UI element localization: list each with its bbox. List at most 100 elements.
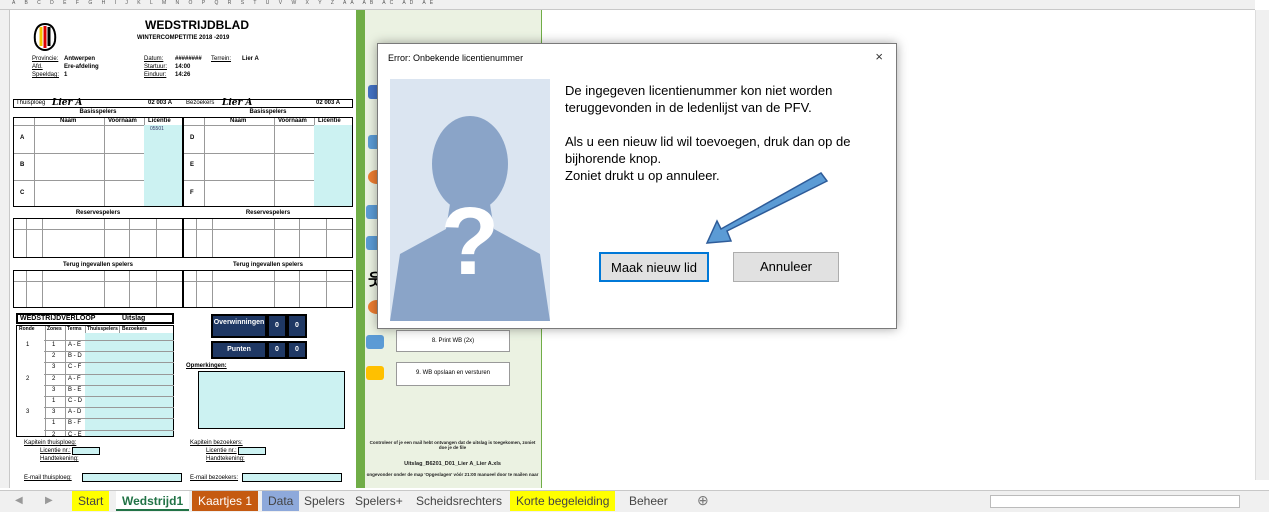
punten-home: 0 xyxy=(267,341,287,359)
away-reserves-grid[interactable] xyxy=(183,218,353,258)
einduur-value[interactable]: 14:26 xyxy=(175,72,190,78)
wv-col-bezoekers: Bezoekers xyxy=(122,326,148,332)
datum-label: Datum: xyxy=(144,56,164,62)
opmerkingen-box[interactable] xyxy=(198,371,345,429)
thuisploeg-code: 02 003 A xyxy=(148,100,173,106)
provincie-label: Provincie: xyxy=(32,56,59,62)
afd-label: Afd. xyxy=(32,64,43,70)
licentie-value[interactable]: 05501 xyxy=(150,126,164,132)
wv-col-ronde: Ronde xyxy=(19,326,35,332)
horizontal-scrollbar[interactable] xyxy=(990,495,1240,508)
provincie-value[interactable]: Antwerpen xyxy=(64,56,95,62)
col-voornaam: Voornaam xyxy=(108,118,137,124)
tab-beheer[interactable]: Beheer xyxy=(623,491,674,511)
match-sheet: WEDSTRIJDBLAD WINTERCOMPETITIE 2018 -201… xyxy=(10,10,355,488)
column-headers[interactable]: A B C D E F G H I J K L M N O P Q R S T … xyxy=(0,0,1255,10)
wv-ronde: 1 xyxy=(26,342,30,348)
reservespelers-home-header: Reservespelers xyxy=(75,210,121,216)
new-member-button[interactable]: Maak nieuw lid xyxy=(599,252,709,282)
group-d: D xyxy=(190,135,195,141)
bezoekers-code: 02 003 A xyxy=(316,100,341,106)
col-licentie-away: Licentie xyxy=(318,118,341,124)
group-c: C xyxy=(20,190,25,196)
wv-pair: C - F xyxy=(68,364,82,371)
datum-value[interactable]: ######## xyxy=(175,56,202,62)
group-e: E xyxy=(190,162,195,168)
tab-spelers[interactable]: Spelers xyxy=(298,491,351,511)
close-icon[interactable]: × xyxy=(875,49,883,64)
terrein-label: Terrein: xyxy=(211,56,232,62)
tab-korte-begeleiding[interactable]: Korte begeleiding xyxy=(510,491,616,511)
sheet-subtitle: WINTERCOMPETITIE 2018 -2019 xyxy=(137,35,230,41)
tab-data[interactable]: Data xyxy=(262,491,300,511)
thuisploeg-label: Thuisploeg xyxy=(16,100,46,106)
home-reserves-grid[interactable] xyxy=(13,218,183,258)
federation-logo xyxy=(33,23,57,51)
wv-zone: 1 xyxy=(52,420,56,427)
punten-label: Punten xyxy=(211,341,267,359)
wedstrijdverloop-header: WEDSTRIJDVERLOOP Uitslag xyxy=(16,313,174,324)
email-bez-input[interactable] xyxy=(242,473,342,482)
tab-scheidsrechters[interactable]: Scheidsrechters xyxy=(410,491,508,511)
opmerkingen-label: Opmerkingen: xyxy=(186,363,227,369)
sheet-title: WEDSTRIJDBLAD xyxy=(145,18,249,32)
tab-wedstrijd1[interactable]: Wedstrijd1 xyxy=(116,491,190,511)
dialog-line-2: Als u een nieuw lid wil toevoegen, druk … xyxy=(565,134,851,166)
unknown-person-icon: ? xyxy=(390,79,550,321)
add-sheet-icon[interactable]: ⊕ xyxy=(697,492,709,509)
terrein-value[interactable]: Lier A xyxy=(242,56,259,62)
einduur-label: Einduur: xyxy=(144,72,167,78)
error-dialog: Error: Onbekende licentienummer × ? De i… xyxy=(377,43,897,329)
thuisploeg-name[interactable]: Lier A xyxy=(52,98,82,108)
overwinningen-away: 0 xyxy=(287,314,307,338)
info-text-3: ongevonder onder de map 'Opgeslagen' vóó… xyxy=(366,472,539,477)
save-send-icon[interactable] xyxy=(366,366,384,380)
wv-zone: 1 xyxy=(52,398,56,404)
save-send-wb-button[interactable]: 9. WB opslaan en versturen xyxy=(396,362,510,386)
licentie-thuis-input[interactable] xyxy=(72,447,100,455)
bezoekers-name[interactable]: Lier A xyxy=(222,98,252,108)
cancel-button[interactable]: Annuleer xyxy=(733,252,839,282)
handtekening-thuis-label: Handtekening: xyxy=(40,456,79,462)
wv-zone: 2 xyxy=(52,353,56,360)
tab-kaartjes-1[interactable]: Kaartjes 1 xyxy=(192,491,259,511)
wv-zone: 3 xyxy=(52,386,56,393)
dialog-title: Error: Onbekende licentienummer xyxy=(388,53,524,63)
reservespelers-away-header: Reservespelers xyxy=(245,210,291,216)
afd-value[interactable]: Ere-afdeling xyxy=(64,64,99,70)
kapitein-thuis-label: Kapitein thuisploeg: xyxy=(24,440,77,446)
bezoekers-label: Bezoekers xyxy=(186,100,215,106)
tab-spelers-[interactable]: Spelers+ xyxy=(349,491,409,511)
home-terug-grid[interactable] xyxy=(13,270,183,308)
handtekening-bez-label: Handtekening: xyxy=(206,456,245,462)
speeldag-label: Speeldag: xyxy=(32,72,60,78)
wv-zone: 2 xyxy=(52,375,56,382)
wv-col-zones: Zones xyxy=(47,326,62,332)
group-a: A xyxy=(20,135,25,141)
away-terug-grid[interactable] xyxy=(183,270,353,308)
printer-icon[interactable] xyxy=(366,335,384,349)
wv-zone: 3 xyxy=(52,364,56,371)
vertical-scrollbar[interactable] xyxy=(1255,10,1269,480)
tab-start[interactable]: Start xyxy=(72,491,110,511)
wv-pair: A - D xyxy=(68,409,82,416)
row-headers[interactable] xyxy=(0,10,10,488)
terug-away-header: Terug ingevallen spelers xyxy=(233,262,303,268)
overwinningen-home: 0 xyxy=(267,314,287,338)
basisspelers-home-header: Basisspelers xyxy=(79,109,117,115)
wv-zone: 3 xyxy=(52,409,56,416)
tab-scroll-left-icon[interactable]: ◀ xyxy=(15,495,23,506)
licentie-bez-label: Licentie nr.: xyxy=(206,448,237,454)
email-thuis-input[interactable] xyxy=(82,473,182,482)
licentie-bez-input[interactable] xyxy=(238,447,266,455)
tab-scroll-right-icon[interactable]: ▶ xyxy=(45,495,53,506)
print-wb-button[interactable]: 8. Print WB (2x) xyxy=(396,330,510,352)
info-filename: Uitslag_B6201_D01_Lier A_Lier A.xls xyxy=(404,461,501,467)
speeldag-value[interactable]: 1 xyxy=(64,72,67,78)
startuur-value[interactable]: 14:00 xyxy=(175,64,190,70)
wv-ronde: 3 xyxy=(26,409,30,416)
dialog-line-1: De ingegeven licentienummer kon niet wor… xyxy=(565,83,833,115)
startuur-label: Startuur: xyxy=(144,64,168,70)
col-naam: Naam xyxy=(60,118,77,124)
group-f: F xyxy=(190,190,194,196)
